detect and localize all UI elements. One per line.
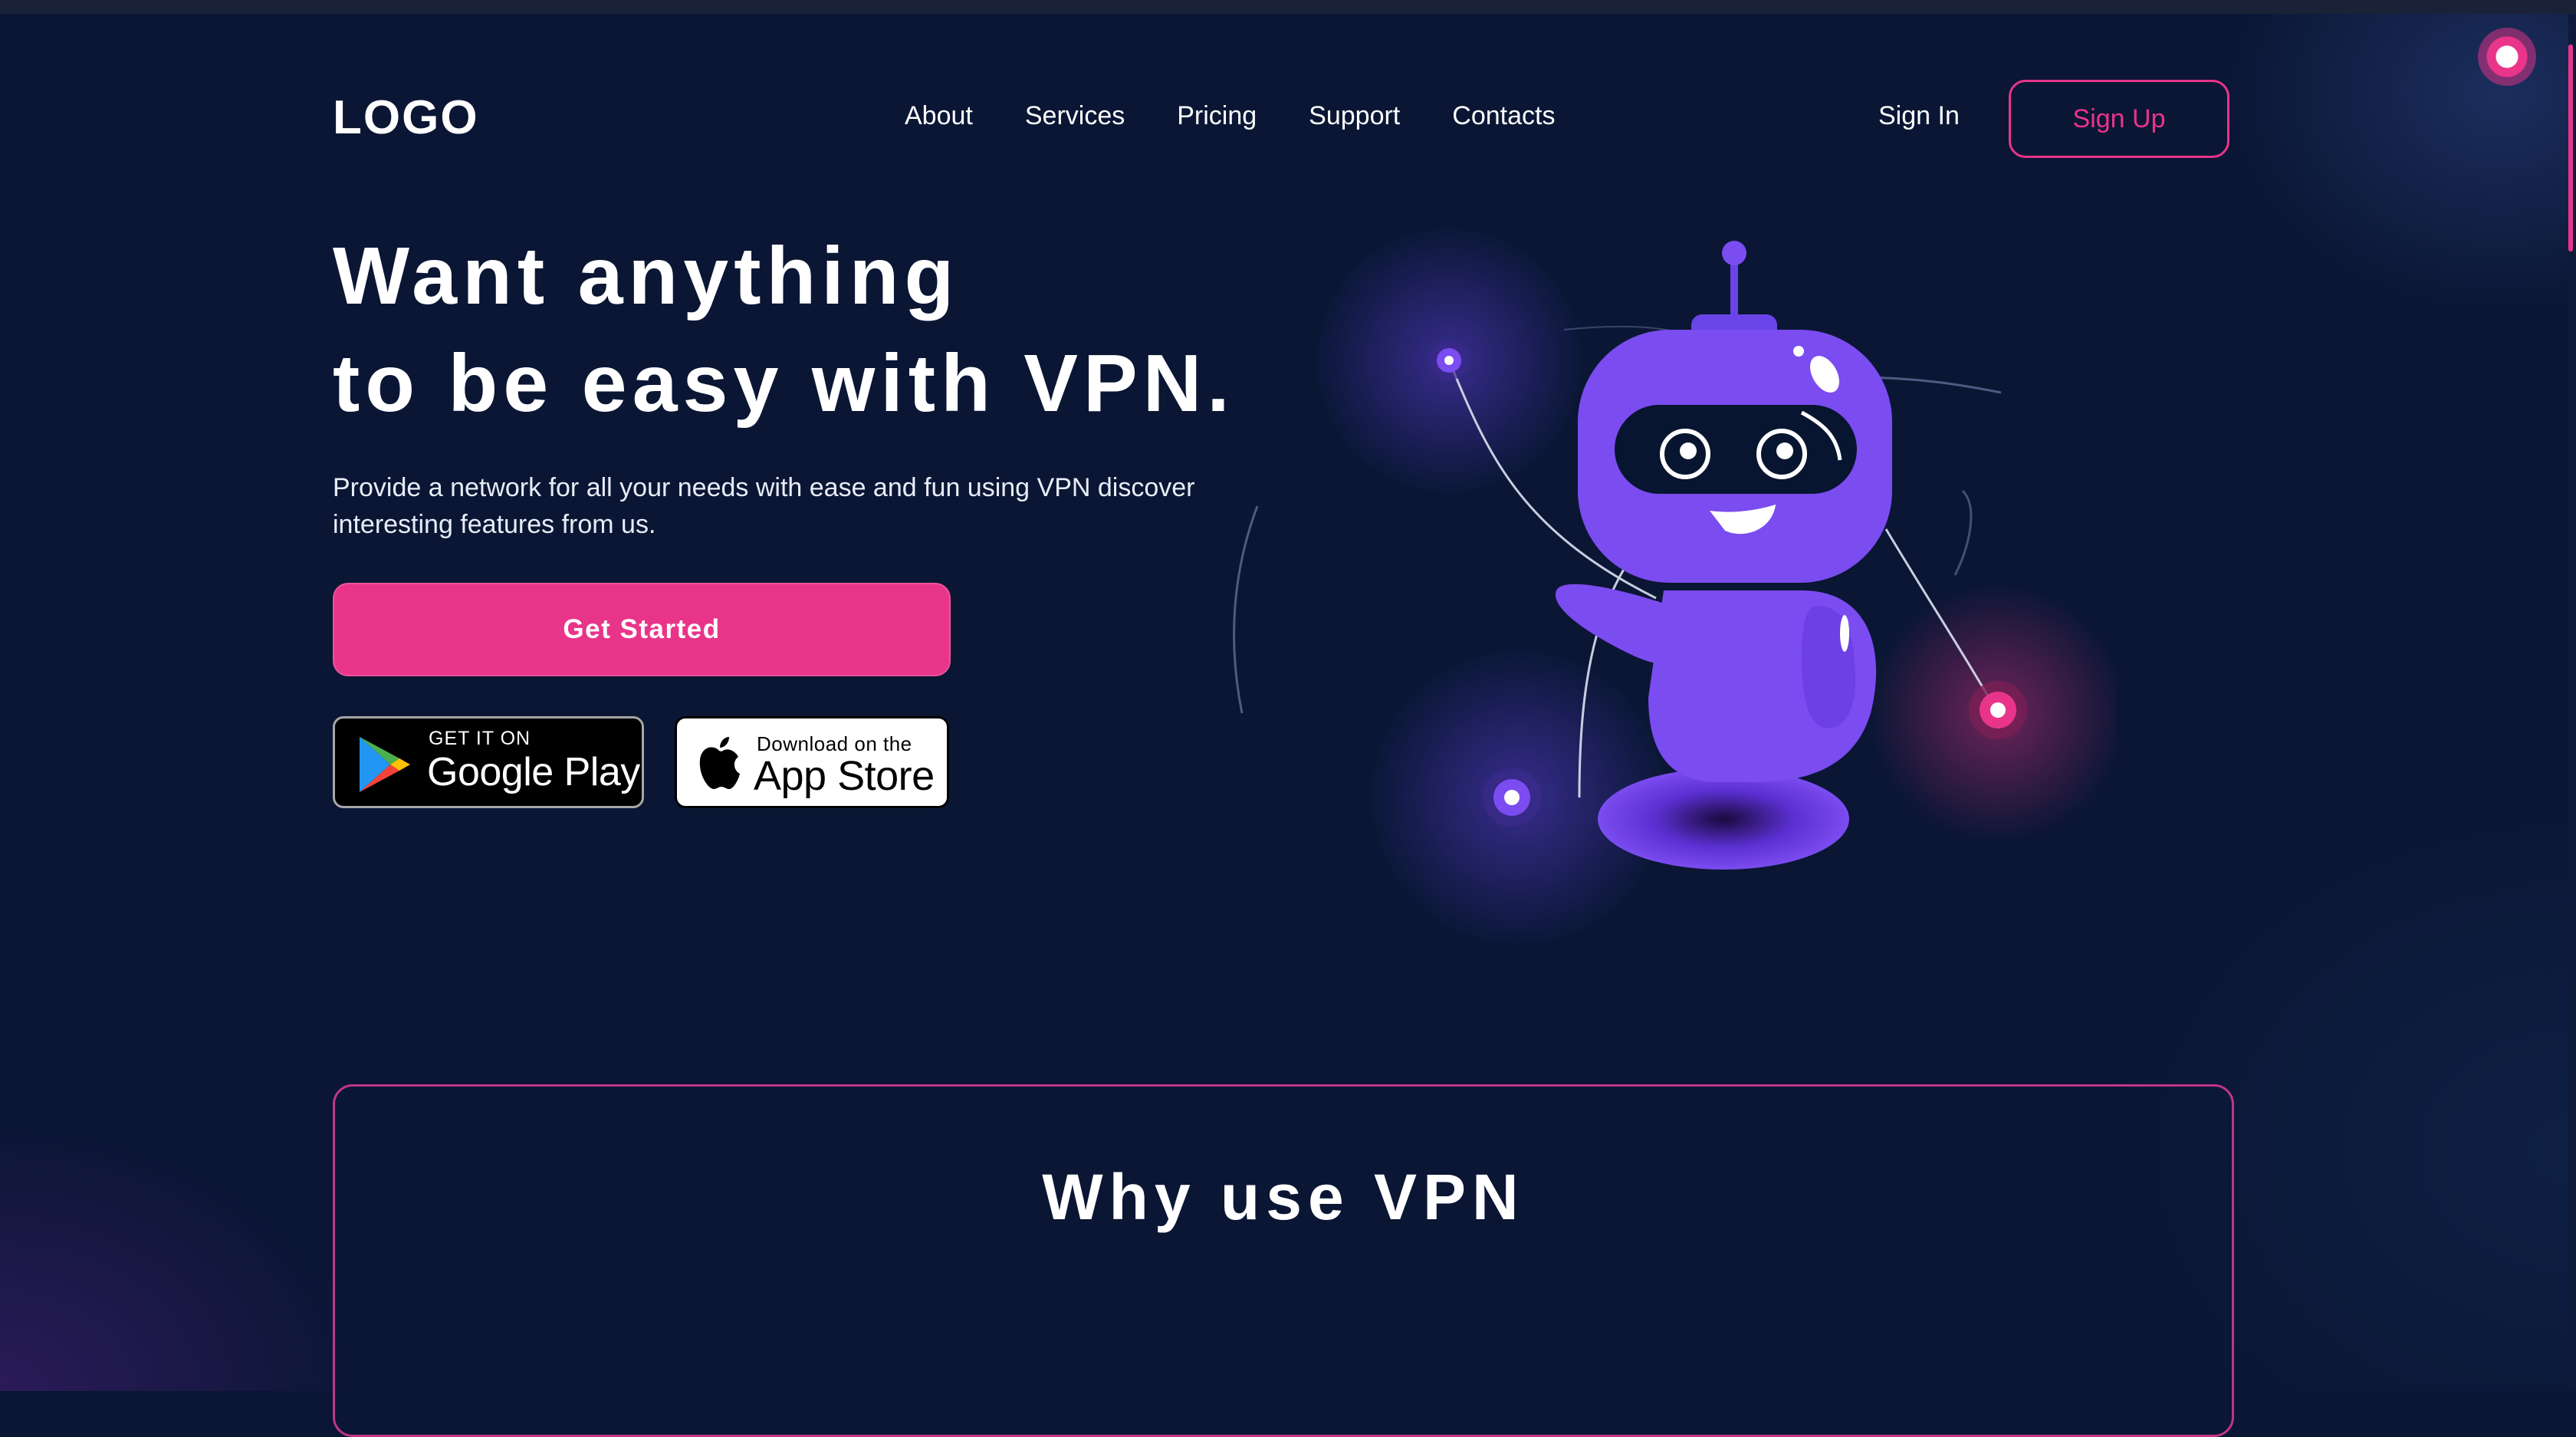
hero-title-line2: to be easy with VPN. [333,338,1235,429]
glow-dot-decoration [2478,28,2536,86]
hero-title-line1: Want anything [333,231,960,321]
app-store-badge[interactable]: Download on the App Store [675,716,949,808]
site-header: LOGO About Services Pricing Support Cont… [0,0,2576,238]
robot-visor [1615,405,1857,494]
why-vpn-section: Why use VPN [333,1084,2234,1437]
logo[interactable]: LOGO [333,90,479,145]
nav-contacts[interactable]: Contacts [1452,101,1555,131]
app-store-big-text: App Store [754,753,935,799]
hero-title: Want anything to be easy with VPN. [333,222,1235,437]
robot-illustration [1233,222,2116,951]
google-play-icon [360,737,410,792]
why-vpn-title: Why use VPN [1042,1161,1525,1233]
nav-about[interactable]: About [905,101,973,131]
hero-subtitle: Provide a network for all your needs wit… [333,473,1195,539]
get-started-button[interactable]: Get Started [333,583,951,676]
sign-in-link[interactable]: Sign In [1878,101,1960,131]
google-play-small-text: GET IT ON [429,728,531,749]
portal [1598,768,1849,870]
sign-up-button[interactable]: Sign Up [2009,80,2229,158]
apple-icon [699,737,740,789]
google-play-big-text: Google Play [427,750,640,794]
main-nav: About Services Pricing Support Contacts [905,101,1555,131]
nav-pricing[interactable]: Pricing [1177,101,1257,131]
nav-services[interactable]: Services [1025,101,1125,131]
nav-support[interactable]: Support [1309,101,1400,131]
google-play-badge[interactable]: GET IT ON Google Play [333,716,644,808]
